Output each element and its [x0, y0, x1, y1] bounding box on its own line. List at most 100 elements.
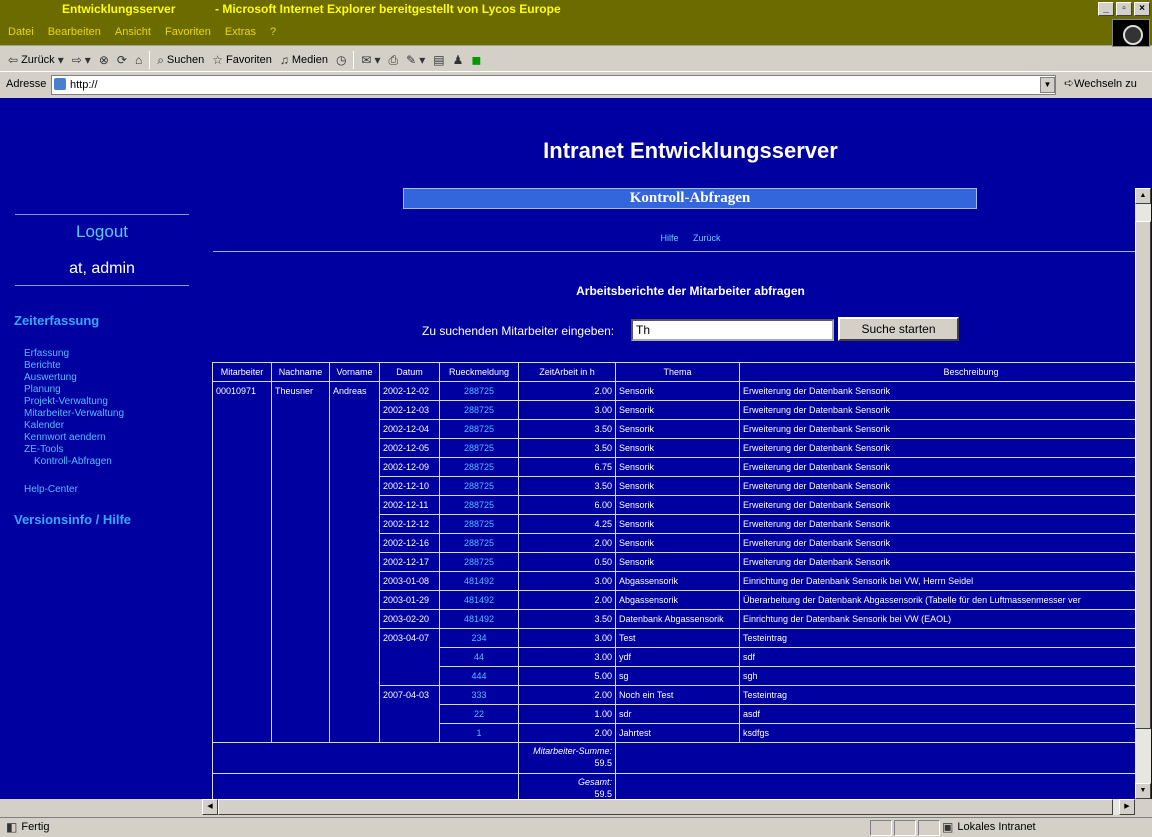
cell-description: ksdfgs: [739, 723, 1135, 743]
window-titlebar: Entwicklungsserver - Microsoft Internet …: [0, 0, 1152, 18]
minimize-button[interactable]: _: [1098, 2, 1114, 16]
discuss-button[interactable]: ▤: [429, 49, 448, 71]
cell-feedback-link[interactable]: 288725: [439, 381, 519, 401]
sidebar-section-version[interactable]: Versionsinfo / Hilfe: [14, 512, 131, 527]
cell-date: 2002-12-05: [379, 438, 440, 458]
sidebar-item-mitarbeiter-verwaltung[interactable]: Mitarbeiter-Verwaltung: [24, 408, 124, 420]
address-dropdown-button[interactable]: ▼: [1040, 77, 1055, 93]
sum-spacer: [615, 742, 1135, 774]
logout-link[interactable]: Logout: [15, 222, 189, 242]
sidebar-item-auswertung[interactable]: Auswertung: [24, 372, 124, 384]
vertical-scrollbar[interactable]: ▲ ▼: [1135, 188, 1151, 799]
cell-hours: 2.00: [518, 533, 616, 553]
favorites-button[interactable]: ☆ Favoriten: [208, 49, 276, 71]
lite-icon: ◼: [471, 52, 482, 67]
column-header: Beschreibung: [739, 362, 1135, 382]
media-button[interactable]: ♫ Medien: [276, 49, 332, 71]
sidebar-item-planung[interactable]: Planung: [24, 384, 124, 396]
cell-topic: Sensorik: [615, 438, 740, 458]
mail-button[interactable]: ✉ ▾: [357, 49, 384, 71]
cell-feedback-link[interactable]: 288725: [439, 495, 519, 515]
sum-value: 59.5: [594, 758, 612, 768]
menu-datei[interactable]: Datei: [8, 18, 34, 45]
search-submit-button[interactable]: Suche starten: [838, 317, 959, 341]
cell-feedback-link[interactable]: 288725: [439, 419, 519, 439]
cell-feedback-link[interactable]: 288725: [439, 552, 519, 572]
cell-feedback-link[interactable]: 444: [439, 666, 519, 686]
close-button[interactable]: ×: [1134, 2, 1150, 16]
history-button[interactable]: ◷: [332, 49, 350, 71]
cell-feedback-link[interactable]: 234: [439, 628, 519, 648]
sidebar-section-zeiterfassung[interactable]: Zeiterfassung: [14, 313, 99, 328]
toolbar-separator: [353, 50, 355, 69]
sidebar-item-kontroll-abfragen[interactable]: Kontroll-Abfragen: [24, 456, 124, 468]
go-button[interactable]: ➪Wechseln zu: [1064, 77, 1137, 90]
cell-feedback-link[interactable]: 1: [439, 723, 519, 743]
scroll-right-button[interactable]: ▶: [1119, 799, 1135, 815]
menu-bearbeiten[interactable]: Bearbeiten: [48, 18, 101, 45]
stop-button[interactable]: ⊗: [95, 49, 113, 71]
sidebar-item-berichte[interactable]: Berichte: [24, 360, 124, 372]
menu-help[interactable]: ?: [270, 18, 276, 45]
cell-topic: Sensorik: [615, 495, 740, 515]
scroll-thumb[interactable]: [1135, 221, 1151, 729]
scroll-down-button[interactable]: ▼: [1135, 783, 1151, 799]
horizontal-scrollbar[interactable]: ◀ ▶: [202, 799, 1135, 815]
sidebar-item-kalender[interactable]: Kalender: [24, 420, 124, 432]
home-button[interactable]: ⌂: [131, 49, 146, 71]
current-user: at, admin: [69, 260, 135, 277]
cell-feedback-link[interactable]: 288725: [439, 533, 519, 553]
forward-button[interactable]: ⇨ ▾: [68, 49, 95, 71]
results-table: Mitarbeiter Nachname Vorname Datum Rueck…: [212, 362, 1135, 799]
menu-favoriten[interactable]: Favoriten: [165, 18, 211, 45]
results-table-container: Mitarbeiter Nachname Vorname Datum Rueck…: [212, 362, 1135, 799]
cell-description: Einrichtung der Datenbank Sensorik bei V…: [739, 571, 1135, 591]
cell-feedback-link[interactable]: 44: [439, 647, 519, 667]
lite-button[interactable]: ◼: [467, 49, 485, 71]
cell-feedback-link[interactable]: 288725: [439, 400, 519, 420]
help-link[interactable]: Hilfe: [660, 233, 678, 243]
refresh-button[interactable]: ⟳: [113, 49, 131, 71]
sidebar-item-projekt-verwaltung[interactable]: Projekt-Verwaltung: [24, 396, 124, 408]
status-panel: [870, 820, 892, 836]
print-button[interactable]: ⎙: [385, 49, 403, 71]
scroll-thumb[interactable]: [218, 799, 1113, 815]
menu-ansicht[interactable]: Ansicht: [115, 18, 151, 45]
cell-feedback-link[interactable]: 288725: [439, 476, 519, 496]
cell-description: Erweiterung der Datenbank Sensorik: [739, 514, 1135, 534]
address-input[interactable]: http://: [51, 75, 1056, 95]
scroll-left-button[interactable]: ◀: [202, 799, 218, 815]
back-button[interactable]: ⇦ Zurück ▾: [4, 49, 68, 71]
search-button[interactable]: ⌕ Suchen: [153, 49, 208, 71]
cell-feedback-link[interactable]: 481492: [439, 590, 519, 610]
scroll-up-button[interactable]: ▲: [1135, 188, 1151, 204]
cell-hours: 6.00: [518, 495, 616, 515]
messenger-button[interactable]: ♟: [449, 49, 468, 71]
menu-extras[interactable]: Extras: [225, 18, 256, 45]
sidebar-item-help-center[interactable]: Help-Center: [24, 484, 78, 495]
cell-description: Testeintrag: [739, 685, 1135, 705]
cell-feedback-link[interactable]: 333: [439, 685, 519, 705]
maximize-button[interactable]: ▫: [1116, 2, 1132, 16]
cell-hours: 2.00: [518, 685, 616, 705]
cell-feedback-link[interactable]: 288725: [439, 438, 519, 458]
employee-search-input[interactable]: [631, 319, 834, 341]
cell-feedback-link[interactable]: 481492: [439, 571, 519, 591]
sidebar-item-kennwort[interactable]: Kennwort aendern: [24, 432, 124, 444]
cell-feedback-link[interactable]: 288725: [439, 457, 519, 477]
arrow-left-icon: ⇦: [8, 52, 19, 67]
back-link[interactable]: Zurück: [693, 233, 721, 243]
edit-button[interactable]: ✎ ▾: [402, 49, 429, 71]
sidebar-item-ze-tools[interactable]: ZE-Tools: [24, 444, 124, 456]
cell-hours: 2.00: [518, 381, 616, 401]
cell-topic: ydf: [615, 647, 740, 667]
cell-feedback-link[interactable]: 481492: [439, 609, 519, 629]
page-done-icon: ◧: [6, 820, 18, 834]
cell-topic: Test: [615, 628, 740, 648]
cell-description: Erweiterung der Datenbank Sensorik: [739, 552, 1135, 572]
sidebar-item-erfassung[interactable]: Erfassung: [24, 348, 124, 360]
cell-feedback-link[interactable]: 22: [439, 704, 519, 724]
cell-date: 2007-04-03: [379, 685, 440, 743]
cell-hours: 3.00: [518, 400, 616, 420]
cell-feedback-link[interactable]: 288725: [439, 514, 519, 534]
